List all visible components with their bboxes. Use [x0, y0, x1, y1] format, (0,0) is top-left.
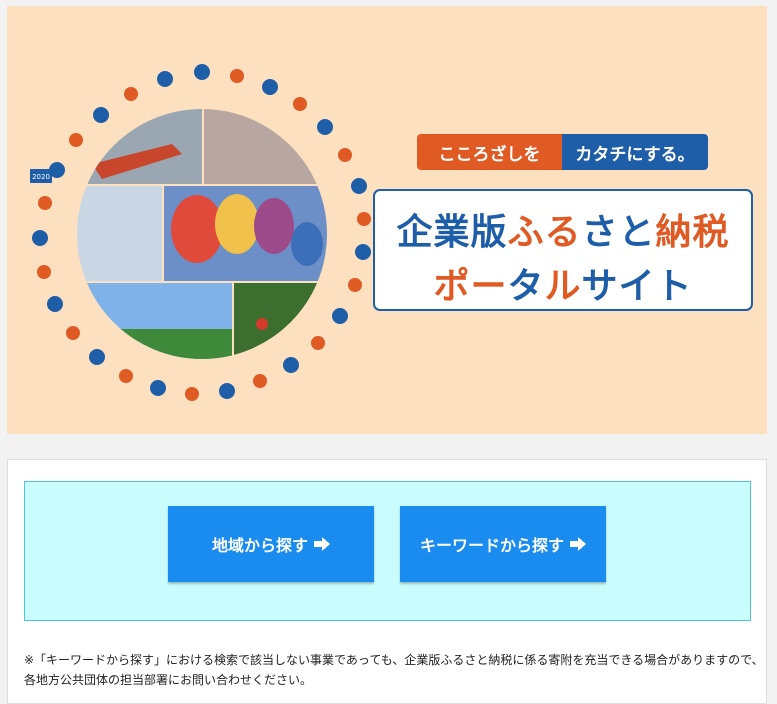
search-panel: 地域から探す キーワードから探す ※「キーワードから探す」における検索で該当しな…: [7, 459, 767, 704]
search-note: ※「キーワードから探す」における検索で該当しない事業であっても、企業版ふるさと納…: [24, 653, 764, 687]
tagline-right: カタチにする。: [562, 134, 708, 170]
tagline-left: こころざしを: [417, 134, 562, 170]
portal-title-box: 企業版ふるさと納税 ポータルサイト: [373, 189, 753, 311]
search-by-region-label: 地域から探す: [211, 536, 308, 555]
search-by-region-button[interactable]: 地域から探す: [168, 506, 374, 582]
search-by-keyword-button[interactable]: キーワードから探す: [400, 506, 606, 582]
hero-banner: 2020 こころざしを カタチにする。 企業版ふるさと納税 ポータルサイト: [7, 6, 767, 434]
arrow-right-icon: [314, 537, 330, 551]
photo-collage: [77, 109, 327, 359]
search-by-keyword-label: キーワードから探す: [419, 536, 564, 555]
arrow-right-icon: [570, 537, 586, 551]
tagline: こころざしを カタチにする。: [417, 134, 708, 170]
portal-title-line1: 企業版ふるさと納税: [396, 212, 730, 253]
hero-illustration: 2020: [30, 64, 371, 401]
year-label: 2020: [32, 173, 50, 181]
portal-title-line2: ポータルサイト: [433, 266, 693, 307]
search-button-area: 地域から探す キーワードから探す: [24, 481, 751, 621]
